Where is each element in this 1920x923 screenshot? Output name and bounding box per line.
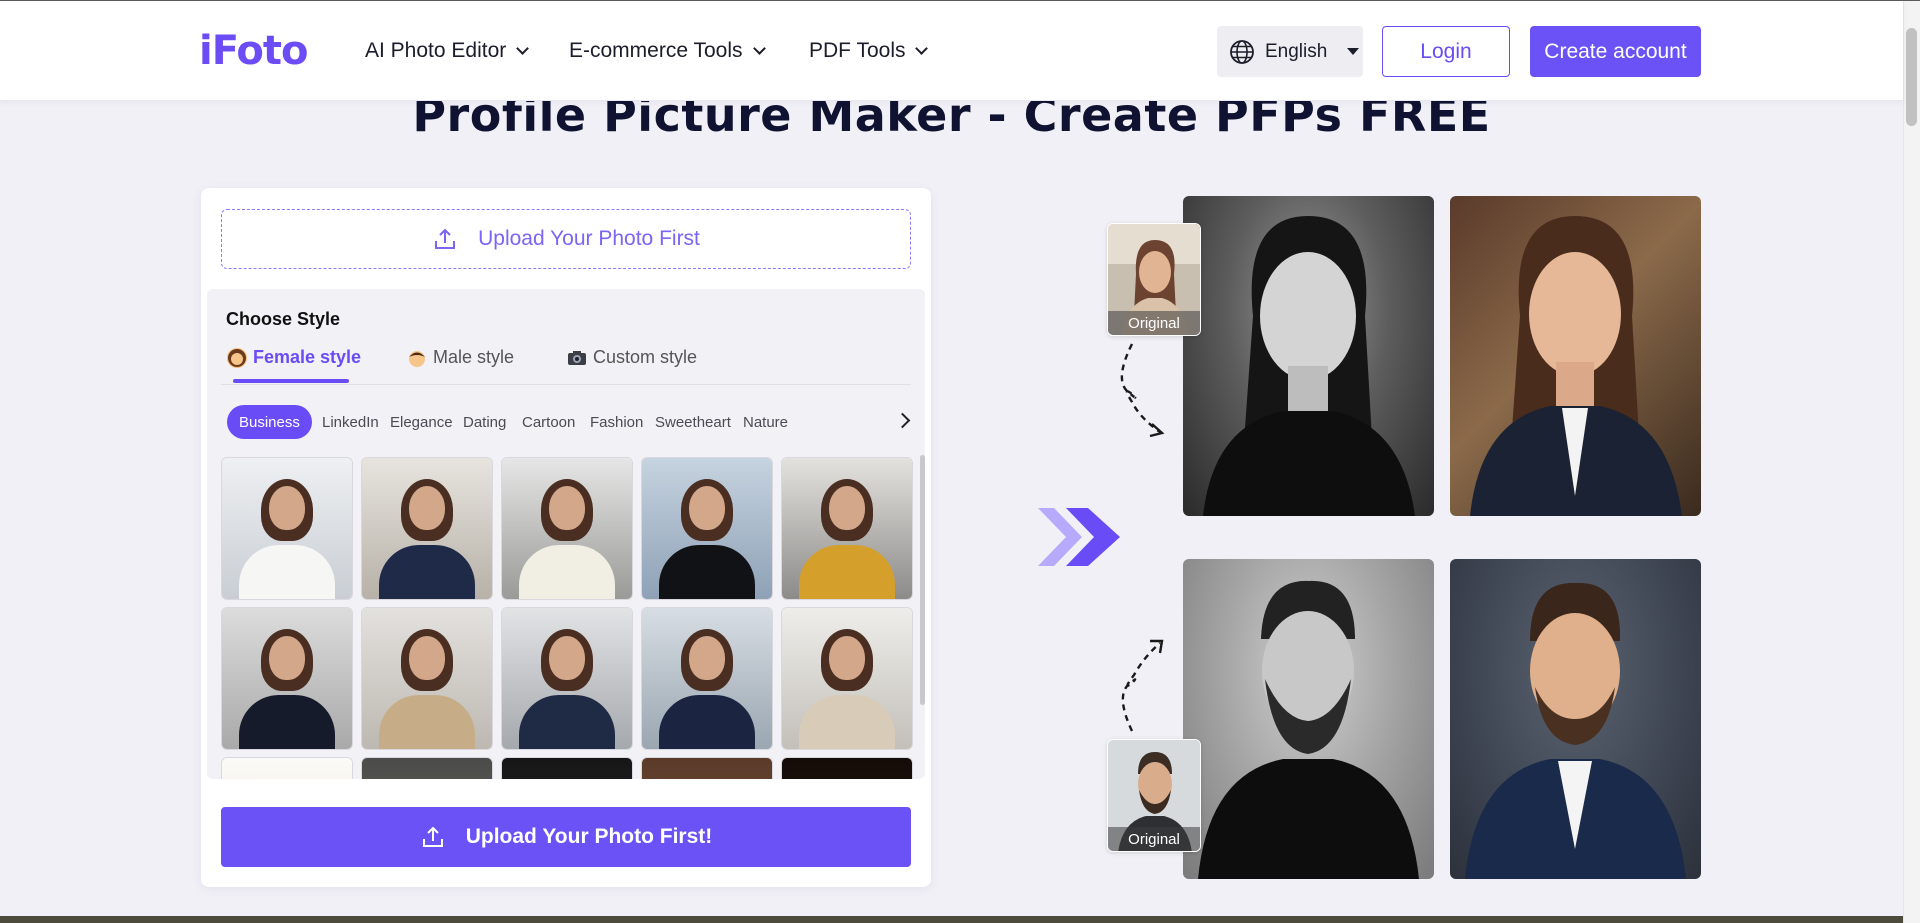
style-thumbnail[interactable] — [221, 457, 353, 600]
caret-down-icon — [1347, 48, 1360, 55]
login-button[interactable]: Login — [1382, 26, 1510, 77]
pfp-maker-panel: Upload Your Photo First Choose Style Fem… — [201, 188, 931, 887]
style-thumbnail[interactable] — [501, 457, 633, 600]
showcase-man-color-photo — [1450, 559, 1701, 879]
style-thumbnail[interactable] — [781, 457, 913, 600]
style-thumbnail[interactable] — [221, 607, 353, 750]
style-thumbnail[interactable] — [361, 457, 493, 600]
language-selector[interactable]: English — [1217, 26, 1363, 77]
dashed-arrow-down-icon — [1120, 343, 1165, 438]
category-chip-cartoon[interactable]: Cartoon — [510, 405, 587, 439]
nav-ecommerce-tools[interactable]: E-commerce Tools — [569, 39, 766, 63]
bottom-edge-strip — [0, 916, 1903, 923]
category-chip-dating[interactable]: Dating — [451, 405, 518, 439]
tab-male-style[interactable]: Male style — [407, 347, 514, 368]
tab-label: Female style — [253, 347, 362, 367]
tab-female-style[interactable]: Female style — [227, 347, 361, 368]
active-tab-indicator — [233, 379, 349, 383]
language-label: English — [1265, 40, 1328, 62]
upload-icon — [435, 228, 456, 249]
tab-label: Male style — [433, 347, 515, 367]
tab-custom-style[interactable]: Custom style — [567, 347, 697, 368]
category-chip-nature[interactable]: Nature — [731, 405, 800, 439]
original-man-thumbnail: Original — [1107, 739, 1201, 852]
chevron-right-icon[interactable] — [894, 412, 911, 429]
chevron-down-icon — [516, 42, 530, 55]
site-header: iFoto AI Photo Editor E-commerce Tools P… — [0, 1, 1903, 101]
style-thumbnail-grid — [221, 457, 921, 779]
style-thumbnail[interactable] — [361, 607, 493, 750]
choose-style-box: Choose Style Female style Male style Cus… — [207, 289, 925, 779]
upload-top-label: Upload Your Photo First — [478, 227, 700, 250]
category-chip-business[interactable]: Business — [227, 405, 312, 439]
nav-label: AI Photo Editor — [365, 39, 507, 62]
ifoto-logo[interactable]: iFoto — [199, 25, 308, 77]
nav-ai-photo-editor[interactable]: AI Photo Editor — [365, 39, 530, 63]
style-thumbnail[interactable] — [361, 757, 493, 779]
style-thumbnail[interactable] — [781, 757, 913, 779]
nav-label: E-commerce Tools — [569, 39, 743, 62]
create-account-button[interactable]: Create account — [1530, 26, 1701, 77]
nav-label: PDF Tools — [809, 39, 906, 62]
style-thumbnail[interactable] — [221, 757, 353, 779]
woman-emoji-icon — [227, 347, 247, 368]
page-scrollbar-track[interactable] — [1903, 1, 1920, 923]
style-thumbnail[interactable] — [641, 457, 773, 600]
style-thumbnail[interactable] — [641, 607, 773, 750]
upload-icon — [422, 826, 443, 847]
globe-icon — [1230, 39, 1254, 64]
tab-label: Custom style — [593, 347, 698, 367]
chevron-down-icon — [752, 42, 766, 55]
style-thumbnail[interactable] — [501, 757, 633, 779]
showcase-woman-bw-photo — [1183, 196, 1434, 516]
choose-style-heading: Choose Style — [226, 309, 341, 329]
category-chip-sweetheart[interactable]: Sweetheart — [643, 405, 743, 439]
upload-bottom-label: Upload Your Photo First! — [465, 825, 713, 848]
tabs-divider — [221, 384, 911, 385]
upload-photo-first-dropzone[interactable]: Upload Your Photo First — [221, 209, 911, 269]
style-thumbnail[interactable] — [781, 607, 913, 750]
double-chevron-right-icon — [1038, 508, 1120, 566]
page-scrollbar-thumb[interactable] — [1906, 28, 1917, 126]
showcase-man-bw-photo — [1183, 559, 1434, 879]
dashed-arrow-up-icon — [1121, 639, 1164, 732]
nav-pdf-tools[interactable]: PDF Tools — [809, 39, 929, 63]
style-thumbnail[interactable] — [501, 607, 633, 750]
camera-emoji-icon — [567, 348, 587, 368]
thumbnail-grid-scrollbar[interactable] — [920, 455, 925, 705]
style-thumbnail[interactable] — [641, 757, 773, 779]
upload-photo-first-button[interactable]: Upload Your Photo First! — [221, 807, 911, 867]
showcase-woman-color-photo — [1450, 196, 1701, 516]
man-emoji-icon — [407, 348, 427, 368]
original-caption: Original — [1108, 311, 1200, 335]
original-woman-thumbnail: Original — [1107, 223, 1201, 336]
chevron-down-icon — [915, 42, 929, 55]
original-caption: Original — [1108, 827, 1200, 851]
